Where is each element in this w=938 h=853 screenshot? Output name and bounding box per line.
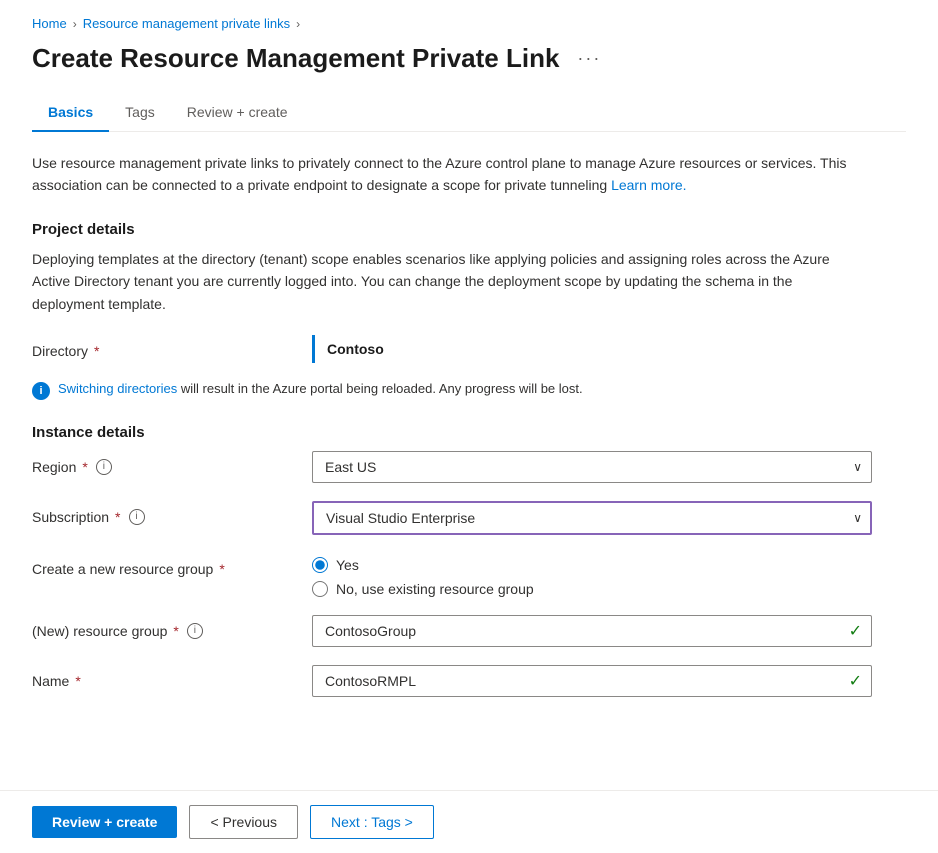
info-banner: i Switching directories will result in t…	[32, 381, 906, 400]
new-resource-group-required-star: *	[219, 561, 224, 577]
region-required-star: *	[82, 459, 87, 475]
tabs-container: Basics Tags Review + create	[32, 94, 906, 132]
info-banner-text: Switching directories will result in the…	[58, 381, 583, 396]
tab-tags[interactable]: Tags	[109, 94, 171, 132]
page-description: Use resource management private links to…	[32, 152, 852, 197]
radio-no-label: No, use existing resource group	[336, 581, 534, 597]
name-check-icon: ✓	[849, 671, 862, 691]
learn-more-link[interactable]: Learn more.	[611, 177, 686, 193]
resource-group-radio-group: Yes No, use existing resource group	[312, 553, 534, 597]
directory-required-star: *	[94, 343, 99, 359]
name-label: Name *	[32, 665, 312, 689]
name-required-star: *	[75, 673, 80, 689]
name-input-wrapper: ✓	[312, 665, 872, 697]
project-details-title: Project details	[32, 221, 906, 238]
new-resource-group-field-row: Create a new resource group * Yes No, us…	[32, 553, 906, 597]
directory-label: Directory *	[32, 335, 312, 359]
directory-value: Contoso	[312, 335, 384, 363]
subscription-label: Subscription * i	[32, 501, 312, 525]
name-field-row: Name * ✓	[32, 665, 906, 697]
page-title-row: Create Resource Management Private Link …	[32, 43, 906, 74]
subscription-field-row: Subscription * i Visual Studio Enterpris…	[32, 501, 906, 535]
instance-details-title: Instance details	[32, 424, 906, 441]
resource-group-name-label: (New) resource group * i	[32, 615, 312, 639]
resource-group-name-input[interactable]	[312, 615, 872, 647]
subscription-info-icon[interactable]: i	[129, 509, 145, 525]
page-title: Create Resource Management Private Link	[32, 43, 559, 74]
breadcrumb-sep2: ›	[296, 17, 300, 31]
region-field-row: Region * i East US West US West Europe E…	[32, 451, 906, 483]
breadcrumb-home[interactable]: Home	[32, 16, 67, 31]
radio-no-input[interactable]	[312, 581, 328, 597]
region-select[interactable]: East US West US West Europe East Asia	[312, 451, 872, 483]
info-circle-icon: i	[32, 382, 50, 400]
tab-review-create[interactable]: Review + create	[171, 94, 304, 132]
breadcrumb-sep1: ›	[73, 17, 77, 31]
review-create-button[interactable]: Review + create	[32, 806, 177, 838]
rg-name-check-icon: ✓	[849, 621, 862, 641]
rg-name-info-icon[interactable]: i	[187, 623, 203, 639]
name-input[interactable]	[312, 665, 872, 697]
radio-yes-input[interactable]	[312, 557, 328, 573]
region-select-wrapper: East US West US West Europe East Asia ∨	[312, 451, 872, 483]
tab-basics[interactable]: Basics	[32, 94, 109, 132]
breadcrumb: Home › Resource management private links…	[32, 16, 906, 31]
new-resource-group-label: Create a new resource group *	[32, 553, 312, 577]
radio-option-yes[interactable]: Yes	[312, 557, 534, 573]
rg-name-required-star: *	[173, 623, 178, 639]
directory-field-row: Directory * Contoso	[32, 335, 906, 363]
footer: Review + create < Previous Next : Tags >	[0, 790, 938, 853]
radio-option-no[interactable]: No, use existing resource group	[312, 581, 534, 597]
project-details-body: Deploying templates at the directory (te…	[32, 248, 852, 315]
breadcrumb-parent[interactable]: Resource management private links	[83, 16, 290, 31]
next-button[interactable]: Next : Tags >	[310, 805, 434, 839]
subscription-select[interactable]: Visual Studio Enterprise Pay-As-You-Go	[312, 501, 872, 535]
resource-group-name-input-wrapper: ✓	[312, 615, 872, 647]
region-info-icon[interactable]: i	[96, 459, 112, 475]
radio-yes-label: Yes	[336, 557, 359, 573]
ellipsis-menu-button[interactable]: ···	[569, 46, 609, 71]
switching-directories-link[interactable]: Switching directories	[58, 381, 177, 396]
previous-button[interactable]: < Previous	[189, 805, 298, 839]
region-label: Region * i	[32, 451, 312, 475]
resource-group-name-field-row: (New) resource group * i ✓	[32, 615, 906, 647]
subscription-required-star: *	[115, 509, 120, 525]
subscription-select-wrapper: Visual Studio Enterprise Pay-As-You-Go ∨	[312, 501, 872, 535]
